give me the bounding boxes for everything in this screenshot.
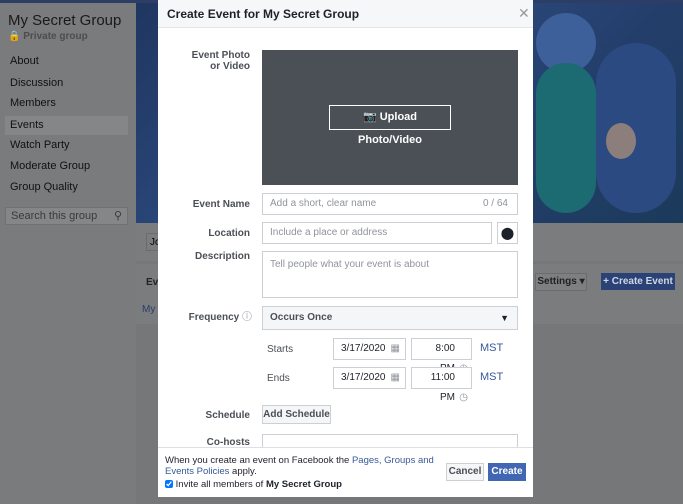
end-timezone[interactable]: MST <box>480 371 503 383</box>
end-time: 11:00 PM <box>430 372 455 403</box>
start-date: 3/17/2020 <box>341 343 386 354</box>
add-schedule-button[interactable]: Add Schedule <box>262 405 331 424</box>
create-button[interactable]: Create <box>488 463 526 481</box>
upload-photo-button[interactable]: 📷 Upload Photo/Video <box>329 105 451 146</box>
policy-post: apply. <box>229 466 257 477</box>
lock-icon: 🔒 <box>8 31 21 42</box>
map-pin-icon[interactable]: ⬤ <box>497 222 518 244</box>
search-icon: ⚲ <box>113 210 122 222</box>
start-timezone[interactable]: MST <box>480 342 503 354</box>
cancel-button[interactable]: Cancel <box>446 463 484 481</box>
invite-checkbox[interactable] <box>165 480 173 489</box>
search-placeholder: Search this group <box>11 210 98 222</box>
privacy-label: 🔒 Private group <box>8 31 88 42</box>
frequency-value: Occurs Once <box>270 312 333 323</box>
end-time-input[interactable]: 11:00 PM ◷ <box>411 367 472 403</box>
calendar-icon: ▦ <box>390 372 400 383</box>
invite-row: Invite all members of My Secret Group <box>165 479 342 490</box>
policy-text: When you create an event on Facebook the… <box>165 455 440 477</box>
end-date-input[interactable]: 3/17/2020 ▦ <box>333 367 406 389</box>
clock-icon: ◷ <box>459 392 468 403</box>
ends-label: Ends <box>267 373 290 384</box>
description-label: Description <box>194 251 250 262</box>
privacy-text: Private group <box>23 31 88 42</box>
group-search-input[interactable]: Search this group ⚲ <box>5 207 128 225</box>
nav-events[interactable]: Events <box>5 116 128 135</box>
frequency-text: Frequency <box>188 312 240 323</box>
schedule-label: Schedule <box>205 410 250 421</box>
nav-moderate-group[interactable]: Moderate Group <box>5 157 128 176</box>
char-count: 0 / 64 <box>482 198 508 209</box>
dialog-title: Create Event for My Secret Group <box>167 7 360 21</box>
description-input[interactable]: Tell people what your event is about <box>262 251 518 298</box>
photo-dropzone[interactable]: 📷 Upload Photo/Video <box>262 50 518 185</box>
nav-about[interactable]: About <box>5 52 128 71</box>
close-icon[interactable]: ✕ <box>518 5 530 22</box>
event-name-input[interactable]: Add a short, clear name 0 / 64 <box>262 193 518 215</box>
settings-button[interactable]: Settings ▾ <box>535 273 587 291</box>
event-name-placeholder: Add a short, clear name <box>270 198 377 209</box>
start-time-input[interactable]: 8:00 PM◷ <box>411 338 472 374</box>
group-name[interactable]: My Secret Group <box>8 12 121 29</box>
info-icon[interactable]: ⓘ <box>242 312 252 323</box>
nav-watch-party[interactable]: Watch Party <box>5 136 128 155</box>
location-input[interactable]: Include a place or address <box>262 222 492 244</box>
nav-group-quality[interactable]: Group Quality <box>5 178 128 197</box>
end-date: 3/17/2020 <box>341 372 386 383</box>
location-label: Location <box>208 228 250 239</box>
camera-icon: 📷 <box>362 111 377 123</box>
invite-group: My Secret Group <box>265 479 342 490</box>
frequency-label: Frequency ⓘ <box>189 312 252 323</box>
caret-down-icon: ▼ <box>500 313 509 323</box>
nav-discussion[interactable]: Discussion <box>5 74 128 93</box>
photo-label: Event Photo or Video <box>191 50 250 72</box>
invite-text: Invite all members of <box>175 479 266 490</box>
create-event-dialog: Create Event for My Secret Group ✕ Event… <box>158 0 533 497</box>
frequency-select[interactable]: Occurs Once ▼ <box>262 306 518 330</box>
calendar-icon: ▦ <box>390 343 400 354</box>
create-event-button[interactable]: + Create Event <box>601 273 675 290</box>
nav-members[interactable]: Members <box>5 94 128 113</box>
starts-label: Starts <box>267 344 294 355</box>
settings-label: Settings <box>537 276 577 287</box>
event-name-label: Event Name <box>192 199 250 210</box>
dialog-footer: When you create an event on Facebook the… <box>158 447 533 497</box>
policy-pre: When you create an event on Facebook the <box>165 455 352 466</box>
start-date-input[interactable]: 3/17/2020 ▦ <box>333 338 406 360</box>
events-heading: Ev <box>146 277 159 288</box>
